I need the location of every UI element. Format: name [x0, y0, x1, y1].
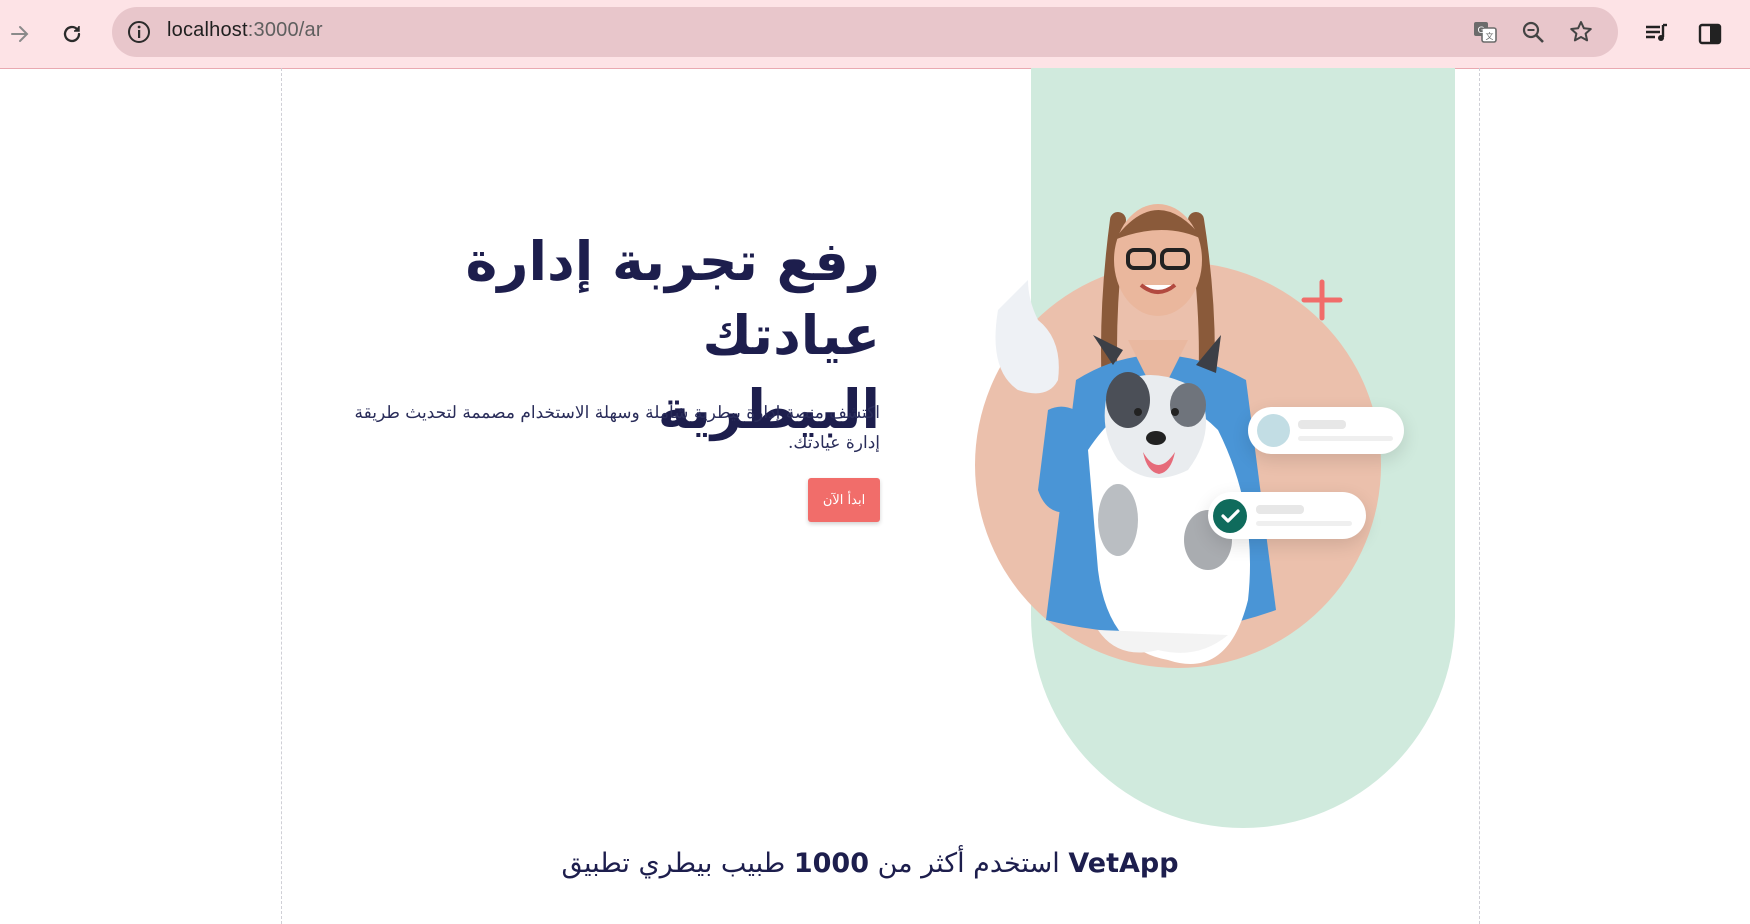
- reload-icon[interactable]: [52, 14, 92, 54]
- check-icon: [1213, 499, 1247, 533]
- zoom-out-icon[interactable]: [1518, 17, 1548, 47]
- url-text[interactable]: localhost:3000/ar: [167, 19, 323, 42]
- trust-statement: VetApp استخدم أكثر من 1000 طبيب بيطري تط…: [480, 848, 1260, 879]
- hero-title-line1: رفع تجربة إدارة عيادتك: [465, 230, 880, 367]
- browser-toolbar: localhost:3000/ar G文: [0, 0, 1750, 69]
- trust-text-suffix: طبيب بيطري تطبيق: [561, 848, 786, 879]
- translate-icon[interactable]: G文: [1470, 17, 1500, 47]
- info-card-top: [1248, 407, 1404, 454]
- skeleton-line: [1256, 505, 1304, 514]
- info-card-bottom: [1208, 492, 1366, 539]
- site-info-icon[interactable]: [126, 19, 152, 49]
- hero-subtitle: اكتشف منصة إدارة بيطرية شاملة وسهلة الاس…: [354, 403, 880, 453]
- skeleton-line: [1298, 436, 1393, 441]
- svg-text:文: 文: [1486, 31, 1494, 41]
- vet-count: 1000: [793, 848, 869, 879]
- side-panel-icon[interactable]: [1690, 14, 1730, 54]
- trust-text-middle: استخدم أكثر من: [877, 848, 1060, 879]
- address-bar[interactable]: localhost:3000/ar G文: [112, 7, 1618, 57]
- layout-guide-right: [1479, 68, 1480, 924]
- layout-guide-left: [281, 68, 282, 924]
- svg-text:G: G: [1478, 26, 1485, 36]
- skeleton-line: [1256, 521, 1352, 526]
- reading-list-icon[interactable]: [1636, 14, 1676, 54]
- bookmark-star-icon[interactable]: [1566, 17, 1596, 47]
- get-started-button[interactable]: ابدأ الآن: [808, 478, 880, 522]
- brand-name: VetApp: [1068, 848, 1179, 879]
- url-path: :3000/ar: [247, 19, 323, 41]
- url-host: localhost: [167, 19, 248, 41]
- skeleton-line: [1298, 420, 1346, 429]
- forward-icon[interactable]: [0, 14, 40, 54]
- avatar-placeholder: [1257, 414, 1290, 447]
